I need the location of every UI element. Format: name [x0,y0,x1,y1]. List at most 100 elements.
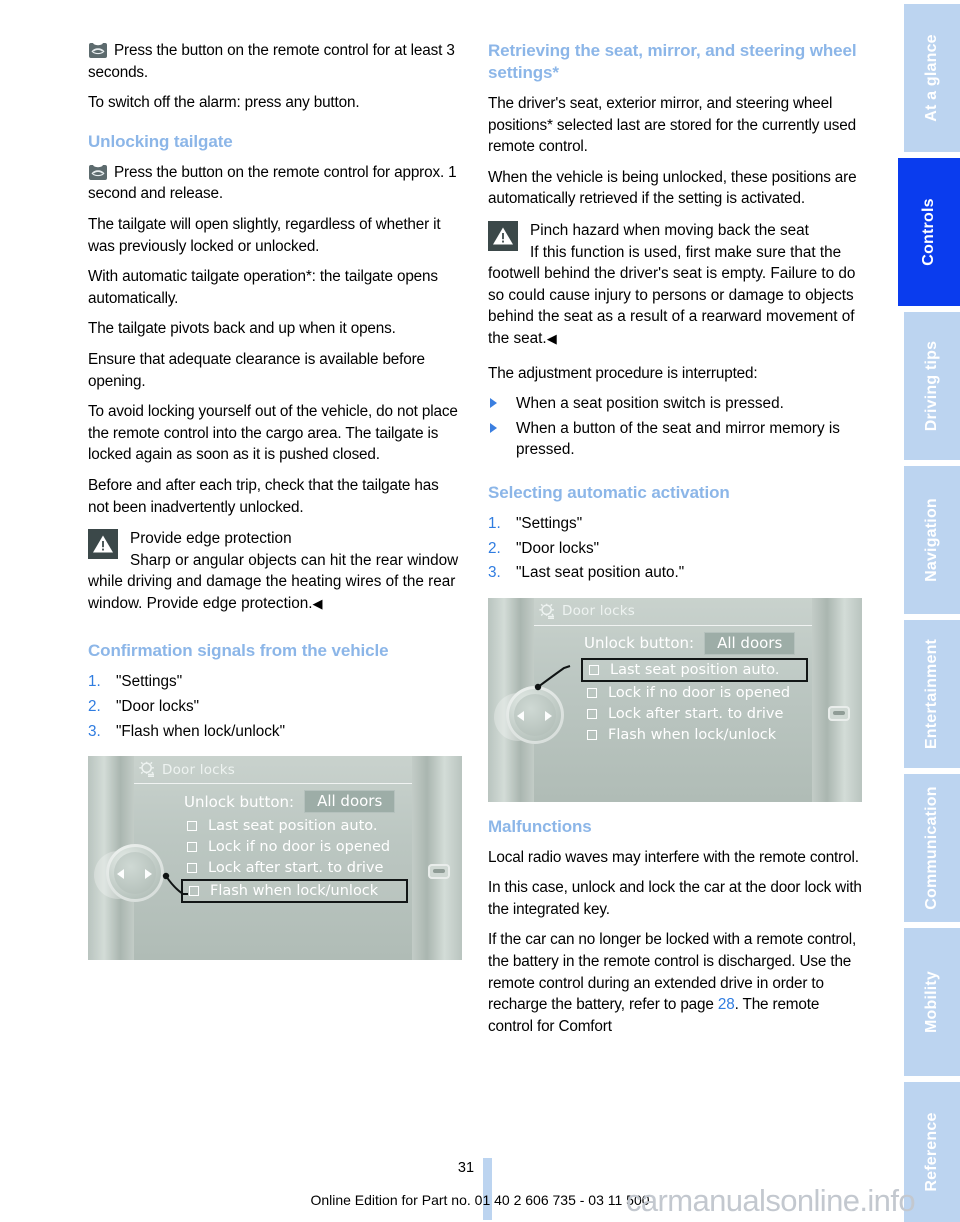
heading-malfunctions: Malfunctions [488,816,592,836]
idrive-option-label: Flash when lock/unlock [608,726,777,743]
right-column: Retrieving the seat, mirror, and steerin… [488,40,862,1046]
idrive-option-flash-when-lock-unlock[interactable]: Flash when lock/unlock [181,879,408,904]
tab-label: At a glance [923,34,940,122]
idrive-option-last-seat-position[interactable]: Last seat position auto. [581,657,808,682]
idrive-menu-content: Unlock button: All doors Last seat posit… [581,631,808,746]
idrive-option-label: Lock after start. to drive [208,860,384,877]
idrive-bezel-right [808,597,862,802]
tab-communication[interactable]: Communication [904,774,960,922]
list-item[interactable]: 3. "Flash when lock/unlock" [88,721,462,743]
tab-label: Entertainment [923,638,940,750]
checkbox-icon[interactable] [187,842,197,853]
warning-end-mark: ◀ [312,595,323,611]
idrive-arc-right [408,756,462,961]
idrive-option-last-seat-position[interactable]: Last seat position auto. [184,816,408,836]
step-text: "Door locks" [516,539,600,557]
list-item: When a seat position switch is pressed. [488,393,862,415]
idrive-option-label: Last seat position auto. [208,818,378,835]
idrive-screenshot-door-locks-flash: Door locks Unlock button: All doors Last… [88,756,462,961]
tailgate-para-6: Before and after each trip, check that t… [88,476,439,516]
idrive-option-lock-after-start[interactable]: Lock after start. to drive [184,858,408,878]
warning-pinch-hazard: Pinch hazard when moving back the seat I… [488,220,862,350]
idrive-unlock-label: Unlock button: [184,792,295,811]
selecting-steps: 1. "Settings" 2. "Door locks" 3. "Last seat… [488,513,862,584]
step-text: "Door locks" [116,698,200,716]
checkbox-icon[interactable] [587,708,597,719]
tab-label: Navigation [923,498,940,582]
idrive-controller-knob[interactable] [494,685,564,748]
step-number: 1. [488,514,501,532]
idrive-option-label: Last seat position auto. [610,661,780,678]
heading-confirmation-signals: Confirmation signals from the vehicle [88,641,389,661]
settings-gear-icon [138,761,155,778]
idrive-option-flash-when-lock-unlock[interactable]: Flash when lock/unlock [584,725,808,745]
idrive-unlock-value[interactable]: All doors [704,631,796,655]
tailgate-para-5: To avoid locking yourself out of the veh… [88,403,458,464]
idrive-controller-knob[interactable] [94,844,164,906]
warning-triangle-icon [88,529,118,560]
tab-controls[interactable]: Controls [898,158,960,306]
checkbox-icon[interactable] [587,729,597,740]
checkbox-icon[interactable] [187,821,197,832]
idrive-unlock-value[interactable]: All doors [304,790,396,814]
idrive-side-button[interactable] [828,705,850,721]
page-edge-marker [483,1158,493,1220]
list-item: When a button of the seat and mirror mem… [488,418,862,461]
list-item-text: When a button of the seat and mirror mem… [516,419,840,459]
tab-label: Communication [923,786,940,910]
idrive-title-bar: Door locks [534,598,812,626]
step-number: 3. [488,564,501,582]
checkbox-icon[interactable] [187,863,197,874]
idrive-option-lock-after-start[interactable]: Lock after start. to drive [584,704,808,724]
tab-entertainment[interactable]: Entertainment [904,620,960,768]
page-reference-link[interactable]: 28 [718,996,735,1013]
idrive-screenshot-door-locks-last-seat: Door locks Unlock button: All doors Last… [488,597,862,802]
malfunctions-para-2: In this case, unlock and lock the car at… [488,879,862,918]
list-item[interactable]: 1. "Settings" [488,513,862,535]
idrive-bezel-right [408,756,462,961]
remote-intro-text: Press the button on the remote control f… [88,42,455,81]
tab-label: Mobility [923,970,940,1034]
tab-at-a-glance[interactable]: At a glance [904,4,960,152]
warning-title: Provide edge protection [130,530,292,548]
warning-end-mark: ◀ [546,330,557,346]
checkbox-icon[interactable] [589,664,599,675]
left-column: Press the button on the remote control f… [88,40,462,966]
page-number-area: 31 [0,1158,960,1220]
unlock-tailgate-icon-text: Press the button on the remote control f… [88,163,457,203]
idrive-option-lock-if-no-door-opened[interactable]: Lock if no door is opened [584,683,808,703]
idrive-side-button[interactable] [428,864,450,880]
tab-navigation[interactable]: Navigation [904,466,960,614]
knob-left-arrow-icon [117,869,124,880]
list-item[interactable]: 3. "Last seat position auto." [488,562,862,584]
confirmation-steps: 1. "Settings" 2. "Door locks" 3. "Flash whe… [88,671,462,742]
retrieving-para-2: When the vehicle is being unlocked, thes… [488,168,857,208]
page-number: 31 [457,1160,475,1176]
remote-intro-line: Press the button on the remote control f… [88,40,462,83]
idrive-unlock-button-row[interactable]: Unlock button: All doors [184,790,408,814]
warning-body-text: Sharp or angular objects can hit the rea… [88,551,459,612]
list-item[interactable]: 2. "Door locks" [88,696,462,718]
section-tab-rail: At a glance Controls Driving tips Naviga… [898,0,960,1222]
idrive-title: Door locks [562,603,636,620]
tab-mobility[interactable]: Mobility [904,928,960,1076]
triangle-bullet-icon [490,398,497,409]
checkbox-icon[interactable] [189,886,199,897]
tab-label: Controls [920,198,937,266]
knob-left-arrow-icon [517,710,524,721]
idrive-title: Door locks [162,761,236,778]
tab-driving-tips[interactable]: Driving tips [904,312,960,460]
idrive-option-lock-if-no-door-opened[interactable]: Lock if no door is opened [184,837,408,857]
tab-label: Driving tips [923,340,940,432]
checkbox-icon[interactable] [587,687,597,698]
list-item[interactable]: 2. "Door locks" [488,538,862,560]
step-number: 2. [488,539,501,557]
step-text: "Settings" [116,673,183,691]
heading-unlocking-tailgate: Unlocking tailgate [88,131,233,151]
list-item-text: When a seat position switch is pressed. [516,395,784,413]
step-number: 3. [88,722,101,740]
tailgate-para-2: With automatic tailgate operation*: the … [88,268,438,307]
list-item[interactable]: 1. "Settings" [88,671,462,693]
idrive-unlock-button-row[interactable]: Unlock button: All doors [584,631,808,655]
tailgate-remote-icon [88,42,108,59]
